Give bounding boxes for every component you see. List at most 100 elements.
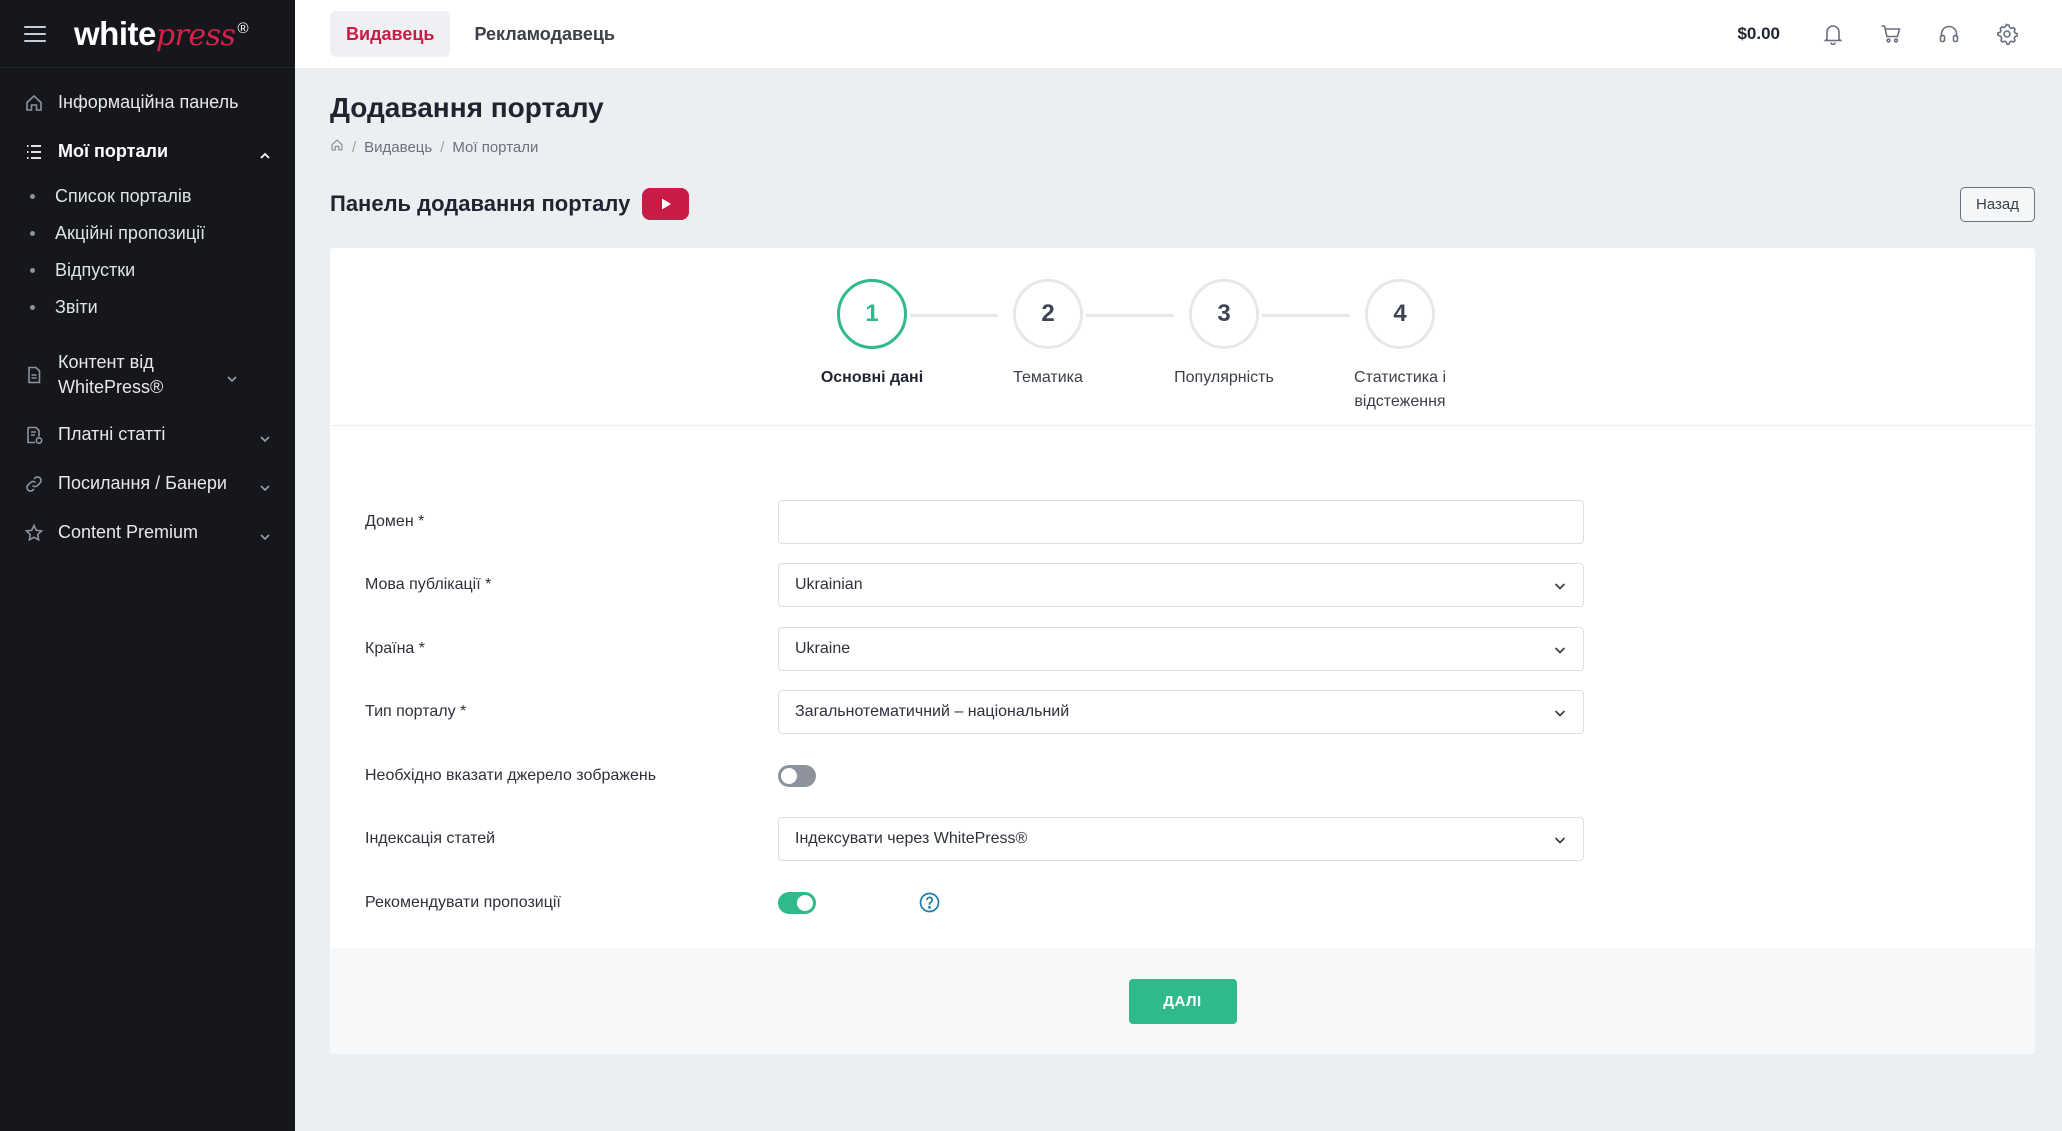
main-content: Додавання порталу / Видавець / Мої порта… [295,68,2062,1131]
sidebar: white press ® Інформаційна панель Мої порт… [0,0,295,1131]
youtube-play-icon[interactable] [642,188,690,220]
next-button[interactable]: ДАЛІ [1128,978,1237,1024]
breadcrumb-publisher[interactable]: Видавець [364,139,432,156]
form-row-language: Мова публікації * Ukrainian [365,554,2035,618]
menu-toggle-icon[interactable] [24,25,46,42]
back-button[interactable]: Назад [1960,186,2035,222]
sidebar-item-label: Контент від WhitePress® [58,352,164,397]
form-row-portal-type: Тип порталу * Загальнотематичний – націо… [365,681,2035,745]
document-icon [24,365,44,385]
sidebar-item-my-portals[interactable]: Мої портали [0,127,295,176]
recommend-toggle[interactable] [778,891,816,914]
sidebar-subitem-reports[interactable]: Звіти [0,289,295,326]
step-label: Основні дані [820,369,924,386]
toggle-knob [797,894,813,911]
chevron-down-icon [226,369,238,383]
stepper: 1 Основні дані 2 Тематика 3 Популярність… [330,248,2035,426]
logo-text-accent: press [155,17,236,53]
help-circle-icon[interactable] [919,892,940,913]
chevron-up-icon [259,146,271,159]
bell-icon[interactable] [1804,11,1862,57]
panel-title: Панель додавання порталу [330,191,631,216]
logo-text-main: white [74,14,156,52]
step-number: 4 [1365,279,1435,349]
logo-registered-mark: ® [237,19,248,37]
form-row-country: Країна * Ukraine [365,617,2035,681]
headset-icon[interactable] [1920,11,1978,57]
country-value: Ukraine [795,639,851,657]
card-footer: ДАЛІ [330,948,2035,1054]
step-label: Статистика і відстеження [1353,369,1447,410]
tab-publisher[interactable]: Видавець [330,11,451,57]
portal-type-value: Загальнотематичний – національний [795,703,1070,721]
sidebar-item-links-banners[interactable]: Посилання / Банери [0,459,295,508]
subitem-label: Акційні пропозиції [55,223,206,243]
list-icon [24,142,44,162]
sidebar-item-paid-articles[interactable]: Платні статті [0,410,295,459]
step-basic-data[interactable]: 1 Основні дані [802,279,942,390]
home-icon[interactable] [330,138,344,156]
domain-input[interactable] [778,499,1584,544]
step-statistics[interactable]: 4 Статистика і відстеження [1330,279,1470,414]
form-row-recommend: Рекомендувати пропозиції [365,871,2035,935]
step-label: Популярність [1174,369,1274,386]
cart-icon[interactable] [1862,11,1920,57]
breadcrumb-separator: / [440,138,445,156]
sidebar-item-whitepress-content[interactable]: Контент від WhitePress® [0,340,295,410]
sidebar-subitem-vacations[interactable]: Відпустки [0,252,295,289]
image-source-toggle[interactable] [778,764,816,787]
language-select[interactable]: Ukrainian [778,563,1584,608]
sidebar-item-dashboard[interactable]: Інформаційна панель [0,78,295,127]
form-row-indexing: Індексація статей Індексувати через Whit… [365,808,2035,872]
breadcrumb-my-portals[interactable]: Мої портали [452,139,538,156]
link-icon [24,474,44,494]
indexing-select[interactable]: Індексувати через WhitePress® [778,817,1584,862]
subitem-label: Список порталів [55,186,192,206]
sidebar-subitem-portal-list[interactable]: Список порталів [0,178,295,215]
page-title: Додавання порталу [330,92,604,123]
step-number: 3 [1189,279,1259,349]
star-icon [24,523,44,543]
chevron-down-icon [259,527,271,540]
step-topics[interactable]: 2 Тематика [978,279,1118,390]
add-portal-card: 1 Основні дані 2 Тематика 3 Популярність… [330,248,2035,1054]
step-popularity[interactable]: 3 Популярність [1154,279,1294,390]
chevron-down-icon [259,429,271,442]
account-balance[interactable]: $0.00 [1737,24,1780,44]
gear-icon[interactable] [1978,11,2036,57]
indexing-value: Індексувати через WhitePress® [795,830,1028,848]
bullet-icon [30,305,35,310]
sidebar-item-label: Інформаційна панель [58,92,239,112]
chevron-down-icon [1553,706,1567,720]
breadcrumb-separator: / [352,138,357,156]
step-label: Тематика [1013,369,1083,386]
sidebar-item-label: Мої портали [58,141,169,161]
home-icon [24,93,44,113]
subitem-label: Звіти [55,297,98,317]
chevron-down-icon [259,478,271,491]
bullet-icon [30,194,35,199]
tab-advertiser[interactable]: Рекламодавець [458,11,630,57]
subitem-label: Відпустки [55,260,136,280]
language-value: Ukrainian [795,576,863,594]
portal-type-select[interactable]: Загальнотематичний – національний [778,690,1584,735]
whitepress-logo[interactable]: white press ® [74,15,248,53]
sidebar-subitem-promotions[interactable]: Акційні пропозиції [0,215,295,252]
breadcrumb: / Видавець / Мої портали [330,138,2035,156]
form-row-domain: Домен * [365,490,2035,554]
country-select[interactable]: Ukraine [778,626,1584,671]
country-label: Країна * [365,639,425,657]
sidebar-item-label: Content Premium [58,522,199,542]
bullet-icon [30,268,35,273]
indexing-label: Індексація статей [365,830,496,848]
step-number: 1 [837,279,907,349]
form-row-image-source: Необхідно вказати джерело зображень [365,744,2035,808]
panel-header: Панель додавання порталу Назад [330,186,2035,222]
top-bar: Видавець Рекламодавець $0.00 [295,0,2062,68]
sidebar-header: white press ® [0,0,295,68]
sidebar-item-label: Платні статті [58,424,166,444]
portal-type-label: Тип порталу * [365,703,467,721]
chevron-down-icon [1553,643,1567,657]
my-portals-submenu: Список порталів Акційні пропозиції Відпу… [0,176,295,340]
sidebar-item-content-premium[interactable]: Content Premium [0,508,295,557]
